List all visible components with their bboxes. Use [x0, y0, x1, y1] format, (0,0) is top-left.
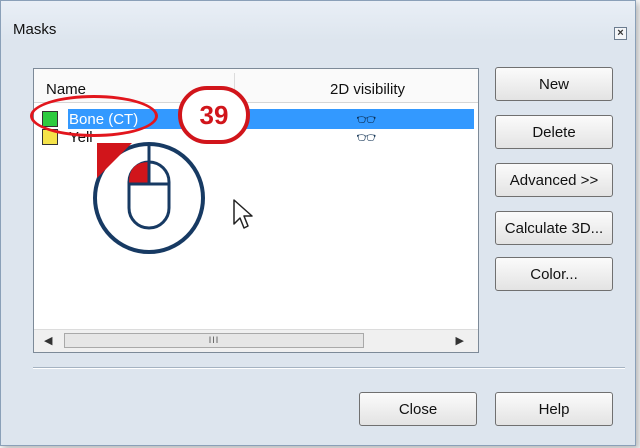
scrollbar-thumb[interactable]: III [64, 333, 364, 348]
scroll-left-arrow-icon[interactable]: ◀ [44, 334, 52, 347]
highlight-ellipse [30, 95, 158, 137]
new-button[interactable]: New [495, 67, 613, 101]
title-bar: Masks × [1, 1, 635, 41]
glasses-icon[interactable]: 👓︎ [356, 128, 376, 148]
left-click-mouse-icon [93, 142, 205, 254]
close-button[interactable]: Close [359, 392, 477, 426]
dialog-title: Masks [13, 21, 57, 38]
close-icon[interactable]: × [614, 27, 627, 40]
calculate-3d-button[interactable]: Calculate 3D... [495, 211, 613, 245]
scroll-right-arrow-icon[interactable]: ▶ [456, 334, 464, 347]
mouse-pointer-icon [233, 199, 253, 229]
step-badge: 39 [178, 86, 250, 144]
help-button[interactable]: Help [495, 392, 613, 426]
column-header-2d-visibility[interactable]: 2D visibility [330, 81, 405, 98]
divider [33, 367, 625, 369]
color-button[interactable]: Color... [495, 257, 613, 291]
horizontal-scrollbar[interactable]: ◀ III ▶ [34, 329, 478, 352]
delete-button[interactable]: Delete [495, 115, 613, 149]
advanced-button[interactable]: Advanced >> [495, 163, 613, 197]
